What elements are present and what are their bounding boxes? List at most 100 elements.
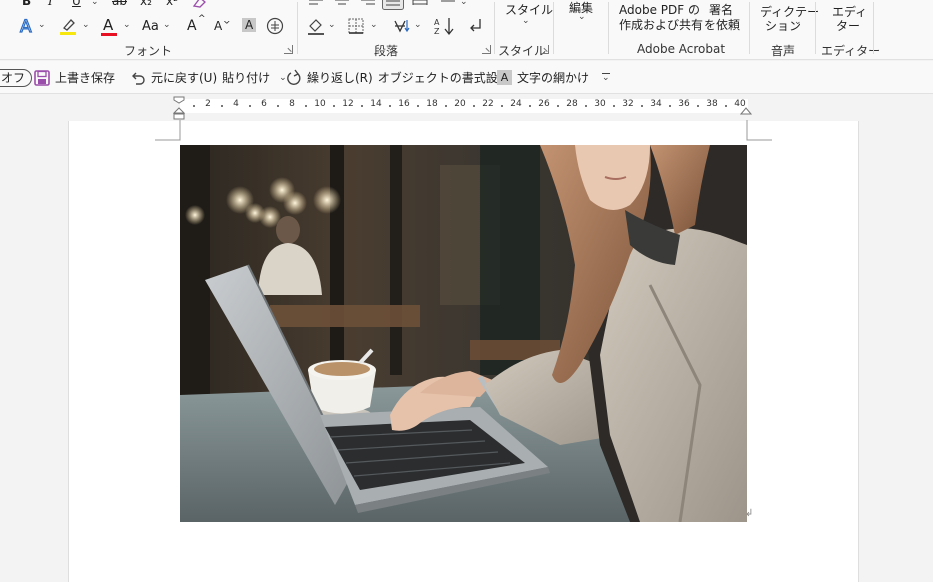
shading-dropdown-icon[interactable]: ⌄ [328, 20, 336, 30]
editor-line2[interactable]: ター [836, 17, 860, 34]
style-dialog-launcher-icon[interactable] [540, 45, 549, 54]
ruler-tick [361, 105, 363, 107]
customize-qat-button[interactable]: ⌄ [602, 61, 610, 94]
ruler-tick [221, 105, 223, 107]
highlight-dropdown-icon[interactable]: ⌄ [82, 20, 90, 30]
font-color-bar [101, 33, 117, 36]
right-indent-marker-icon[interactable] [740, 107, 752, 115]
ruler-number: 32 [622, 99, 634, 109]
ruler-number: 26 [538, 99, 550, 109]
ruler-number: 36 [678, 99, 690, 109]
create-share-pdf-line2[interactable]: 作成および共有 [619, 16, 703, 33]
format-object-label[interactable]: オブジェクトの書式設定 [378, 69, 510, 86]
quick-access-toolbar: オフ 上書き保存 元に戻す(U) 貼り付け ⌄ 繰り返し(R) オブジェクトの書… [0, 61, 933, 94]
paragraph-group-label: 段落 [374, 44, 399, 58]
strikethrough-button[interactable]: ab [112, 0, 127, 8]
change-case-button[interactable]: Aa [142, 19, 159, 34]
ruler-tick [305, 105, 307, 107]
ribbon-divider [608, 2, 609, 54]
top-left-margin-mark [155, 120, 181, 141]
ruler-tick [445, 105, 447, 107]
line-spacing-icon[interactable] [440, 0, 456, 6]
svg-text:A: A [434, 18, 440, 27]
redo-button[interactable]: 繰り返し(R) オブジェクトの書式設定 [286, 61, 510, 94]
ruler-number: 12 [342, 99, 354, 109]
redo-icon [287, 69, 301, 85]
autosave-toggle-pill[interactable]: オフ [0, 68, 33, 87]
char-shading-qat-button[interactable]: A 文字の網かけ [497, 61, 589, 94]
align-left-icon[interactable] [308, 0, 324, 6]
paste-label[interactable]: 貼り付け [222, 69, 270, 86]
request-signature-line2[interactable]: を依頼 [704, 16, 740, 33]
underline-dropdown-icon[interactable]: ⌄ [91, 0, 99, 7]
save-icon [34, 69, 50, 86]
ribbon-divider [749, 2, 750, 54]
ruler-number: 6 [261, 99, 267, 109]
font-color-letter[interactable]: A [103, 16, 113, 34]
shading-icon[interactable] [306, 16, 326, 36]
justify-icon[interactable] [382, 0, 404, 10]
borders-dropdown-icon[interactable]: ⌄ [370, 20, 378, 30]
save-button[interactable]: 上書き保存 [34, 61, 115, 94]
ruler-tick [417, 105, 419, 107]
paragraph-dialog-launcher-icon[interactable] [482, 45, 491, 54]
ruler-tick [529, 105, 531, 107]
distributed-icon[interactable] [412, 0, 428, 6]
redo-label: 繰り返し(R) [307, 71, 373, 85]
change-case-dropdown-icon[interactable]: ⌄ [163, 20, 171, 30]
ruler-number: 34 [650, 99, 662, 109]
voice-group-label: 音声 [771, 44, 796, 58]
top-right-margin-mark [746, 120, 772, 141]
paragraph-end-mark-icon: ↲ [745, 508, 754, 519]
ruler-number: 28 [566, 99, 578, 109]
ruler-number: 38 [706, 99, 718, 109]
line-spacing-dropdown-icon[interactable]: ⌄ [460, 0, 468, 7]
ruler-area: 2 4 6 8 10 12 14 16 18 20 22 24 26 28 30 32 34 36 38 40 [0, 95, 933, 121]
ruler-number: 2 [205, 99, 211, 109]
dictate-dropdown-icon[interactable]: ⌄ [794, 17, 802, 27]
align-center-icon[interactable] [334, 0, 350, 6]
subscript-button[interactable]: x₂ [140, 0, 152, 8]
font-dialog-launcher-icon[interactable] [284, 45, 293, 54]
align-right-icon[interactable] [360, 0, 376, 6]
char-shading-button[interactable]: A [242, 18, 257, 32]
customize-qat-icon: ⌄ [602, 72, 610, 83]
ribbon-divider [815, 2, 816, 54]
ruler-tick [669, 105, 671, 107]
hanging-indent-marker-icon[interactable] [173, 107, 185, 120]
horizontal-ruler[interactable]: 2 4 6 8 10 12 14 16 18 20 22 24 26 28 30 32 34 36 38 40 [180, 99, 748, 113]
italic-button[interactable]: I [48, 0, 53, 8]
enclose-characters-icon[interactable] [266, 17, 284, 35]
grow-font-button[interactable]: A [187, 18, 197, 34]
highlight-icon[interactable] [58, 16, 78, 36]
undo-button[interactable]: 元に戻す(U) 貼り付け ⌄ [130, 61, 287, 94]
char-shading-qat-label: 文字の網かけ [517, 71, 590, 85]
ribbon: B I U ⌄ ab x₂ x² A ⌄ ⌄ A ⌄ Aa ⌄ A ^ A ^ … [0, 0, 933, 60]
asian-layout-dropdown-icon[interactable]: ⌄ [414, 20, 422, 30]
asian-layout-icon[interactable] [392, 17, 412, 35]
borders-icon[interactable] [348, 18, 364, 34]
bold-button[interactable]: B [22, 0, 31, 8]
document-photo[interactable] [180, 145, 747, 522]
shrink-font-button[interactable]: A [214, 19, 222, 33]
text-effects-icon[interactable]: A [18, 17, 36, 35]
ruler-number: 24 [510, 99, 522, 109]
ruler-number: 20 [454, 99, 466, 109]
autosave-toggle[interactable]: オフ [0, 61, 33, 94]
ruler-number: 10 [314, 99, 326, 109]
svg-text:A: A [20, 17, 32, 35]
clear-formatting-icon[interactable] [192, 0, 208, 8]
edit-dropdown-icon[interactable]: ⌄ [578, 12, 586, 22]
superscript-button[interactable]: x² [166, 0, 178, 8]
styles-dropdown-icon[interactable]: ⌄ [522, 16, 530, 26]
paragraph-mark-icon[interactable] [466, 16, 484, 34]
underline-button[interactable]: U [72, 0, 81, 8]
font-color-dropdown-icon[interactable]: ⌄ [123, 20, 131, 30]
ruler-tick [613, 105, 615, 107]
first-line-indent-marker-icon[interactable] [173, 96, 185, 104]
ruler-tick [389, 105, 391, 107]
ruler-tick [501, 105, 503, 107]
editor-group-label: エディター [821, 44, 881, 58]
text-effects-dropdown-icon[interactable]: ⌄ [38, 20, 46, 30]
sort-icon[interactable]: A Z [434, 16, 456, 36]
